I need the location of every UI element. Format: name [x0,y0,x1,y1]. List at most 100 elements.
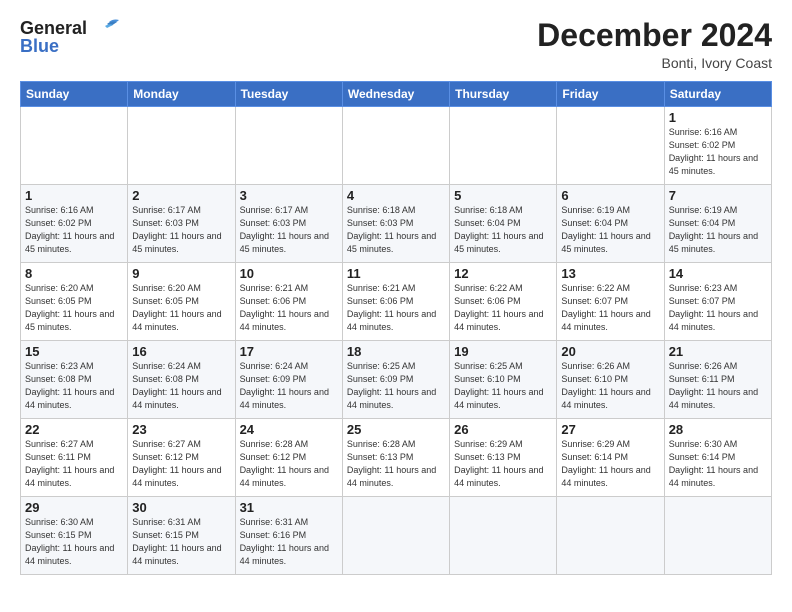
col-header-thursday: Thursday [450,82,557,107]
calendar-day-cell: 26Sunrise: 6:29 AMSunset: 6:13 PMDayligh… [450,419,557,497]
day-number: 17 [240,344,338,359]
calendar-week-row: 15Sunrise: 6:23 AMSunset: 6:08 PMDayligh… [21,341,772,419]
calendar-day-cell: 17Sunrise: 6:24 AMSunset: 6:09 PMDayligh… [235,341,342,419]
day-info: Sunrise: 6:19 AMSunset: 6:04 PMDaylight:… [561,204,659,256]
day-number: 19 [454,344,552,359]
calendar-empty-cell [21,107,128,185]
day-number: 8 [25,266,123,281]
calendar-empty-cell [235,107,342,185]
day-info: Sunrise: 6:16 AMSunset: 6:02 PMDaylight:… [669,126,767,178]
day-number: 3 [240,188,338,203]
day-info: Sunrise: 6:25 AMSunset: 6:10 PMDaylight:… [454,360,552,412]
day-number: 2 [132,188,230,203]
day-info: Sunrise: 6:21 AMSunset: 6:06 PMDaylight:… [240,282,338,334]
calendar-day-cell: 12Sunrise: 6:22 AMSunset: 6:06 PMDayligh… [450,263,557,341]
calendar-day-cell: 16Sunrise: 6:24 AMSunset: 6:08 PMDayligh… [128,341,235,419]
calendar-header-row: SundayMondayTuesdayWednesdayThursdayFrid… [21,82,772,107]
calendar-week-row: 1Sunrise: 6:16 AMSunset: 6:02 PMDaylight… [21,107,772,185]
day-info: Sunrise: 6:17 AMSunset: 6:03 PMDaylight:… [132,204,230,256]
col-header-sunday: Sunday [21,82,128,107]
day-number: 14 [669,266,767,281]
day-number: 13 [561,266,659,281]
calendar-day-cell: 1Sunrise: 6:16 AMSunset: 6:02 PMDaylight… [21,185,128,263]
day-number: 7 [669,188,767,203]
calendar-day-cell: 7Sunrise: 6:19 AMSunset: 6:04 PMDaylight… [664,185,771,263]
day-number: 9 [132,266,230,281]
day-number: 10 [240,266,338,281]
calendar-day-cell: 21Sunrise: 6:26 AMSunset: 6:11 PMDayligh… [664,341,771,419]
day-info: Sunrise: 6:21 AMSunset: 6:06 PMDaylight:… [347,282,445,334]
day-info: Sunrise: 6:22 AMSunset: 6:06 PMDaylight:… [454,282,552,334]
day-number: 30 [132,500,230,515]
day-number: 31 [240,500,338,515]
day-info: Sunrise: 6:18 AMSunset: 6:04 PMDaylight:… [454,204,552,256]
day-info: Sunrise: 6:29 AMSunset: 6:13 PMDaylight:… [454,438,552,490]
location: Bonti, Ivory Coast [537,55,772,71]
calendar-empty-cell [128,107,235,185]
day-number: 12 [454,266,552,281]
day-info: Sunrise: 6:20 AMSunset: 6:05 PMDaylight:… [25,282,123,334]
calendar-day-cell: 11Sunrise: 6:21 AMSunset: 6:06 PMDayligh… [342,263,449,341]
day-number: 27 [561,422,659,437]
day-number: 1 [25,188,123,203]
calendar-week-row: 8Sunrise: 6:20 AMSunset: 6:05 PMDaylight… [21,263,772,341]
calendar-day-cell: 2Sunrise: 6:17 AMSunset: 6:03 PMDaylight… [128,185,235,263]
calendar-empty-cell [450,107,557,185]
day-number: 6 [561,188,659,203]
calendar-day-cell: 30Sunrise: 6:31 AMSunset: 6:15 PMDayligh… [128,497,235,575]
title-block: December 2024 Bonti, Ivory Coast [537,18,772,71]
day-number: 21 [669,344,767,359]
day-info: Sunrise: 6:30 AMSunset: 6:14 PMDaylight:… [669,438,767,490]
month-title: December 2024 [537,18,772,53]
day-number: 25 [347,422,445,437]
calendar-week-row: 1Sunrise: 6:16 AMSunset: 6:02 PMDaylight… [21,185,772,263]
col-header-wednesday: Wednesday [342,82,449,107]
calendar-empty-cell [557,497,664,575]
day-number: 15 [25,344,123,359]
day-number: 28 [669,422,767,437]
day-info: Sunrise: 6:27 AMSunset: 6:11 PMDaylight:… [25,438,123,490]
day-number: 11 [347,266,445,281]
day-number: 4 [347,188,445,203]
logo-bird-icon [91,18,123,40]
day-info: Sunrise: 6:23 AMSunset: 6:08 PMDaylight:… [25,360,123,412]
day-info: Sunrise: 6:19 AMSunset: 6:04 PMDaylight:… [669,204,767,256]
col-header-monday: Monday [128,82,235,107]
day-number: 16 [132,344,230,359]
calendar-day-cell: 9Sunrise: 6:20 AMSunset: 6:05 PMDaylight… [128,263,235,341]
day-number: 1 [669,110,767,125]
calendar-day-cell: 10Sunrise: 6:21 AMSunset: 6:06 PMDayligh… [235,263,342,341]
calendar-day-cell: 28Sunrise: 6:30 AMSunset: 6:14 PMDayligh… [664,419,771,497]
calendar: SundayMondayTuesdayWednesdayThursdayFrid… [20,81,772,575]
day-number: 23 [132,422,230,437]
day-info: Sunrise: 6:29 AMSunset: 6:14 PMDaylight:… [561,438,659,490]
calendar-day-cell: 29Sunrise: 6:30 AMSunset: 6:15 PMDayligh… [21,497,128,575]
calendar-day-cell: 25Sunrise: 6:28 AMSunset: 6:13 PMDayligh… [342,419,449,497]
calendar-day-cell: 31Sunrise: 6:31 AMSunset: 6:16 PMDayligh… [235,497,342,575]
calendar-empty-cell [557,107,664,185]
calendar-day-cell: 22Sunrise: 6:27 AMSunset: 6:11 PMDayligh… [21,419,128,497]
day-number: 5 [454,188,552,203]
logo: General Blue [20,18,123,57]
calendar-day-cell: 24Sunrise: 6:28 AMSunset: 6:12 PMDayligh… [235,419,342,497]
day-number: 18 [347,344,445,359]
calendar-day-cell: 23Sunrise: 6:27 AMSunset: 6:12 PMDayligh… [128,419,235,497]
day-number: 20 [561,344,659,359]
day-info: Sunrise: 6:16 AMSunset: 6:02 PMDaylight:… [25,204,123,256]
day-info: Sunrise: 6:31 AMSunset: 6:16 PMDaylight:… [240,516,338,568]
calendar-day-cell: 19Sunrise: 6:25 AMSunset: 6:10 PMDayligh… [450,341,557,419]
header: General Blue December 2024 Bonti, Ivory … [20,18,772,71]
calendar-empty-cell [450,497,557,575]
day-info: Sunrise: 6:20 AMSunset: 6:05 PMDaylight:… [132,282,230,334]
day-info: Sunrise: 6:30 AMSunset: 6:15 PMDaylight:… [25,516,123,568]
day-info: Sunrise: 6:24 AMSunset: 6:08 PMDaylight:… [132,360,230,412]
calendar-day-cell: 20Sunrise: 6:26 AMSunset: 6:10 PMDayligh… [557,341,664,419]
day-info: Sunrise: 6:24 AMSunset: 6:09 PMDaylight:… [240,360,338,412]
day-info: Sunrise: 6:26 AMSunset: 6:11 PMDaylight:… [669,360,767,412]
calendar-empty-cell [342,107,449,185]
day-info: Sunrise: 6:28 AMSunset: 6:13 PMDaylight:… [347,438,445,490]
calendar-day-cell: 13Sunrise: 6:22 AMSunset: 6:07 PMDayligh… [557,263,664,341]
day-info: Sunrise: 6:23 AMSunset: 6:07 PMDaylight:… [669,282,767,334]
page: General Blue December 2024 Bonti, Ivory … [0,0,792,612]
calendar-day-cell: 3Sunrise: 6:17 AMSunset: 6:03 PMDaylight… [235,185,342,263]
